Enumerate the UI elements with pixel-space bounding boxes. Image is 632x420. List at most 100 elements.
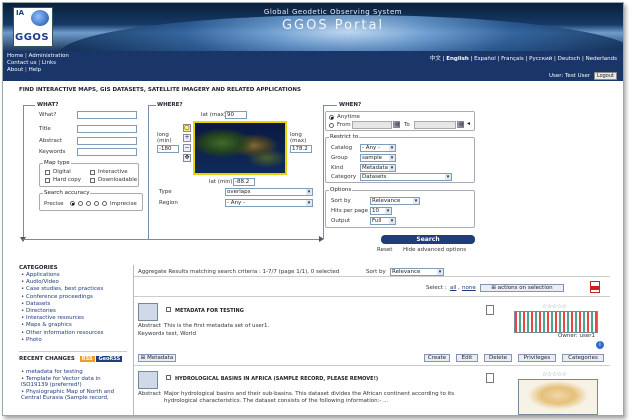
select-none-link[interactable]: none: [462, 285, 476, 291]
lang-chinese[interactable]: 中文: [430, 56, 441, 62]
ggos-logo[interactable]: IA GGOS: [13, 7, 53, 47]
select-separator: ,: [458, 285, 460, 291]
from-date-input[interactable]: [352, 121, 392, 129]
group-select[interactable]: sample: [360, 154, 396, 162]
abstract-input[interactable]: [77, 137, 137, 145]
record-1-doc-icon[interactable]: [486, 305, 494, 315]
logout-button[interactable]: Logout: [593, 72, 617, 80]
accuracy-radio-5[interactable]: [102, 201, 107, 206]
interactive-checkbox[interactable]: [90, 170, 95, 175]
category-directories[interactable]: Directories: [21, 308, 104, 315]
category-audio-video[interactable]: Audio/Video: [21, 279, 104, 286]
category-interactive[interactable]: Interactive resources: [21, 315, 104, 322]
to-date-input[interactable]: [414, 121, 456, 129]
nav-contact-link[interactable]: Contact us: [7, 60, 37, 66]
sortby-select[interactable]: Relevance: [370, 197, 420, 205]
recent-changes-label: RECENT CHANGES: [19, 356, 75, 362]
privileges-button[interactable]: Privileges: [518, 354, 556, 362]
what-input[interactable]: [77, 111, 137, 119]
hits-label: Hits per page: [331, 208, 369, 214]
from-radio[interactable]: [329, 123, 334, 128]
kind-select[interactable]: Metadata: [360, 164, 396, 172]
title-input[interactable]: [77, 125, 137, 133]
accuracy-radio-3[interactable]: [86, 201, 91, 206]
lang-spanish[interactable]: Español: [474, 56, 496, 62]
category-applications[interactable]: Applications: [21, 272, 104, 279]
lang-russian[interactable]: Русский: [529, 56, 552, 62]
georss-button[interactable]: GeoRSS: [96, 356, 123, 362]
category-datasets[interactable]: Datasets: [21, 301, 104, 308]
clear-dates-icon[interactable]: ◂: [465, 121, 472, 128]
anytime-radio[interactable]: [329, 115, 334, 120]
long-max-input[interactable]: 178.2: [290, 145, 312, 153]
lat-max-input[interactable]: 90: [225, 111, 247, 119]
output-select[interactable]: Full: [370, 217, 396, 225]
edit-button[interactable]: Edit: [456, 354, 478, 362]
lang-french[interactable]: Français: [501, 56, 524, 62]
record-2-title[interactable]: HYDROLOGICAL BASINS IN AFRICA (SAMPLE RE…: [175, 376, 378, 382]
category-photo[interactable]: Photo: [21, 337, 104, 344]
select-all-link[interactable]: all: [450, 285, 456, 291]
category-conference[interactable]: Conference proceedings: [21, 294, 104, 301]
recent-item-2[interactable]: Template for Vector data in ISO19139 (pr…: [21, 376, 127, 389]
record-1-checkbox[interactable]: [166, 307, 171, 312]
zoom-out-tool-icon[interactable]: −: [183, 144, 191, 152]
nav-links-link[interactable]: Links: [42, 60, 56, 66]
record-1-thumbnail[interactable]: [514, 311, 598, 333]
long-min-input[interactable]: -180: [157, 145, 179, 153]
digital-checkbox[interactable]: [45, 170, 50, 175]
lat-min-input[interactable]: -88.2: [233, 178, 255, 186]
lang-dutch[interactable]: Nederlands: [586, 56, 617, 62]
keywords-input[interactable]: [77, 148, 137, 156]
accuracy-radio-4[interactable]: [94, 201, 99, 206]
category-other[interactable]: Other information resources: [21, 330, 104, 337]
lang-german[interactable]: Deutsch: [558, 56, 581, 62]
hardcopy-checkbox[interactable]: [45, 178, 50, 183]
lang-english[interactable]: English: [446, 56, 469, 62]
type-select[interactable]: overlaps: [225, 188, 313, 196]
record-2-doc-icon[interactable]: [486, 373, 494, 383]
nav-home-link[interactable]: Home: [7, 53, 23, 59]
catalog-select[interactable]: - Any -: [360, 144, 396, 152]
record-1-info-icon[interactable]: i: [596, 341, 604, 349]
category-case-studies[interactable]: Case studies, best practices: [21, 286, 104, 293]
world-map[interactable]: [193, 121, 287, 175]
recent-item-3[interactable]: Physiographic Map of North and Central E…: [21, 389, 127, 402]
nav-about-link[interactable]: About: [7, 67, 23, 73]
categories-button[interactable]: Categories: [562, 354, 604, 362]
record-1-keywords: Keywords test, World: [138, 331, 196, 337]
search-button[interactable]: Search: [381, 235, 475, 244]
record-1-title[interactable]: METADATA FOR TESTING: [175, 308, 244, 314]
record-1-rating[interactable]: ☆☆☆☆☆: [542, 303, 567, 310]
zoom-in-tool-icon[interactable]: +: [183, 134, 191, 142]
select-area-tool-icon[interactable]: ▢: [183, 124, 191, 132]
create-button[interactable]: Create: [424, 354, 450, 362]
results-sortby-select[interactable]: Relevance: [390, 268, 444, 276]
delete-button[interactable]: Delete: [484, 354, 512, 362]
hits-select[interactable]: 10: [370, 207, 392, 215]
category-maps[interactable]: Maps & graphics: [21, 322, 104, 329]
record-2-checkbox[interactable]: [166, 375, 171, 380]
sidebar-divider: [19, 351, 127, 352]
accuracy-radio-2[interactable]: [78, 201, 83, 206]
actions-on-selection-button[interactable]: ⊞ actions on selection: [480, 284, 564, 292]
pan-tool-icon[interactable]: ✥: [183, 154, 191, 162]
user-bar: User: Test User Logout: [549, 72, 617, 80]
region-select[interactable]: - Any -: [225, 199, 313, 207]
category-select[interactable]: Datasets: [360, 173, 452, 181]
hide-advanced-link[interactable]: Hide advanced options: [403, 247, 466, 253]
metadata-button[interactable]: ⊞ Metadata: [138, 354, 176, 362]
nav-administration-link[interactable]: Administration: [29, 53, 69, 59]
record-2-thumbnail[interactable]: [518, 379, 598, 415]
reset-link[interactable]: Reset: [377, 247, 392, 253]
downloadable-checkbox[interactable]: [90, 178, 95, 183]
rss-button[interactable]: RSS: [79, 356, 95, 362]
sortby-label: Sort by: [331, 198, 351, 204]
record-2-rating[interactable]: ☆☆☆☆☆: [542, 371, 567, 378]
from-calendar-icon[interactable]: ▦: [393, 121, 400, 128]
nav-help-link[interactable]: Help: [29, 67, 42, 73]
to-calendar-icon[interactable]: ▦: [457, 121, 464, 128]
interactive-label: Interactive: [98, 169, 128, 175]
pdf-icon[interactable]: [590, 281, 600, 293]
accuracy-radio-1[interactable]: [70, 201, 75, 206]
